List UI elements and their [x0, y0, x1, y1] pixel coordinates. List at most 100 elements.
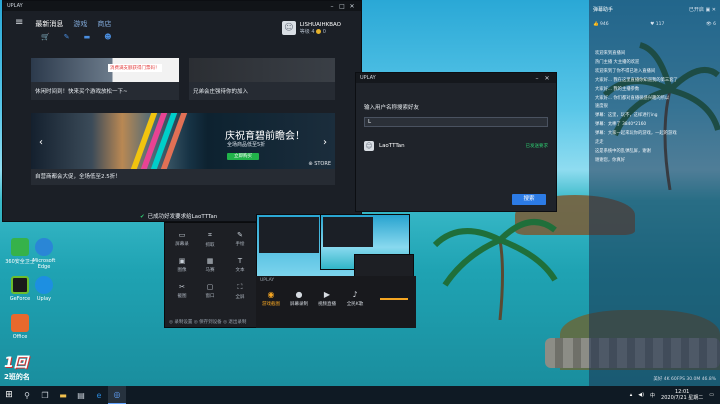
karaoke-button[interactable]: ♪ 全民K歌: [342, 290, 368, 307]
tool-grab[interactable]: ⌗ 抓取: [197, 231, 223, 248]
camera-icon: ◉: [267, 290, 275, 299]
chat-header-controls[interactable]: 已开启 ▣ ✕: [689, 6, 716, 13]
text-icon: T: [237, 257, 243, 265]
news-caption: 休闲时间到！快来买个游戏放松一下~: [35, 89, 128, 95]
buy-now-button[interactable]: 立即购买: [227, 153, 259, 160]
friends-icon[interactable]: ☻: [104, 33, 111, 41]
chat-line: 大家好... 我的主播参数: [595, 86, 640, 92]
chat-line: 弹幕：这里，玩不，这样进行ing: [595, 113, 658, 119]
tool-screen-record[interactable]: ▭ 屏幕录: [169, 231, 195, 247]
dialog-minimize-button[interactable]: –: [532, 75, 542, 82]
clock[interactable]: 12:01 2020/7/21 星期二: [661, 389, 703, 401]
promo-subtitle: 全场商品低至5折: [227, 142, 266, 148]
news-image: [189, 58, 335, 82]
add-friend-dialog: UPLAY – ✕ 输入用户名称搜索好友 ☺ LaoTTTan 已发送要求 搜索: [355, 72, 557, 212]
desktop-icon-edge[interactable]: Microsoft Edge: [26, 238, 62, 270]
chat-line: 大家好... 你们都对直播很感兴趣的所以: [595, 95, 670, 101]
news-caption: 自营商都会大促，全场低至2.5折！: [35, 174, 121, 180]
capture-footer: ◎ 录制设置 ◎ 保存到设备 ◎ 退出录制: [169, 320, 247, 325]
game-screenshot-button[interactable]: ◉ 游戏截图: [258, 290, 284, 307]
news-card-1[interactable]: 消费满支额获得门票码！ 休闲时间到！快来买个游戏放松一下~: [31, 58, 179, 100]
tab-shop[interactable]: 商店: [97, 19, 111, 29]
office-icon: [11, 314, 29, 332]
news-card-banner[interactable]: ‹ › 庆祝育碧前瞻会！ 全场商品低至5折 立即购买 ⊕ STORE 自营商都会…: [31, 113, 335, 185]
record-icon: ●: [295, 290, 303, 299]
chat-line: 弹幕：大家一起来玩你的游戏，一起的游戏: [595, 131, 677, 137]
dialog-close-button[interactable]: ✕: [542, 75, 552, 82]
chat-line: 谢谢您，你真好: [595, 157, 626, 163]
avatar[interactable]: ☺: [281, 21, 296, 35]
level-label: 等级 4: [299, 28, 315, 35]
main-tabs: 最新消息 游戏 商店: [35, 19, 111, 29]
uplay-icon[interactable]: ◎: [108, 386, 126, 404]
username-search-input[interactable]: [364, 117, 548, 127]
notification-icon[interactable]: ▭: [709, 392, 714, 398]
system-tray: ▴ ◀) 中 12:01 2020/7/21 星期二 ▭: [630, 389, 720, 401]
promo-title: 庆祝育碧前瞻会！: [225, 131, 305, 142]
request-status: 已发送要求: [525, 144, 549, 149]
chat-stats: 👍 946 ♥ 117 👁 6: [593, 22, 716, 27]
live-stream-button[interactable]: ▶ 视频直播: [314, 290, 340, 307]
desktop-icon-uplay[interactable]: Uplay: [26, 276, 62, 302]
chevron-left-icon[interactable]: ‹: [39, 137, 43, 148]
coin-icon: [316, 28, 322, 34]
sub-toolbar: 🛒 ✎ ▬ ☻: [41, 33, 112, 41]
check-icon: ✔: [140, 214, 145, 220]
chat-line: 这是系统中的乱弹乱屏，谢谢: [595, 148, 651, 154]
news-caption: 兄弟会庄强待你的加入: [193, 89, 249, 95]
screen-icon: ▭: [178, 231, 186, 239]
search-result-row[interactable]: ☺ LaoTTTan 已发送要求: [364, 139, 548, 153]
store-icon[interactable]: ▤: [72, 386, 90, 404]
tool-text[interactable]: T 文本: [227, 257, 253, 273]
edge-icon[interactable]: e: [90, 386, 108, 404]
scissor-icon: ✂: [179, 283, 185, 291]
menu-icon[interactable]: ≡: [15, 18, 23, 28]
tool-screenshot[interactable]: ✂ 截图: [169, 283, 195, 299]
chat-lines: 欢迎来到直播间 热门主播 大主播的欢迎 欢迎来到了你不得已进入直播间 大家好... 我…: [595, 50, 716, 166]
tab-news[interactable]: 最新消息: [35, 19, 63, 29]
windows-icon[interactable]: ⊞: [0, 390, 18, 400]
toast-notification: ✔ 已成功好发要求给LaoTTTan: [140, 214, 218, 220]
heart-count: ♥ 117: [650, 22, 665, 27]
username: LISHUAIHKBAO: [299, 21, 341, 28]
strip-title: UPLAY: [260, 278, 275, 283]
uplay-icon: [35, 276, 53, 294]
task-view-icon[interactable]: ❐: [36, 386, 54, 404]
mosaic-icon: ▦: [206, 257, 214, 265]
close-button[interactable]: ✕: [347, 3, 357, 10]
viewer-count: 👁 6: [705, 22, 716, 27]
tool-image[interactable]: ▣ 图像: [169, 257, 195, 273]
volume-icon[interactable]: ◀): [638, 392, 644, 398]
news-card-2[interactable]: 兄弟会庄强待你的加入: [189, 58, 335, 100]
tool-fullscreen[interactable]: ⛶ 全屏: [227, 283, 253, 300]
volume-slider[interactable]: [380, 298, 408, 300]
chat-line: 欢迎来到了你不得已进入直播间: [595, 68, 656, 74]
chat-line: 欢迎来到直播间: [595, 51, 626, 56]
maximize-button[interactable]: □: [337, 3, 347, 10]
uplay-main-window: UPLAY – □ ✕ ≡ 最新消息 游戏 商店 🛒 ✎ ▬ ☻ ☺ LISHU…: [2, 0, 362, 222]
wrench-icon[interactable]: ✎: [64, 33, 70, 41]
ime-indicator[interactable]: 中: [650, 392, 655, 399]
dialog-title: UPLAY: [360, 75, 376, 81]
desktop-icon-office[interactable]: Office: [2, 314, 38, 340]
screen-record-button[interactable]: ● 屏幕录制: [286, 290, 312, 307]
game-capture-strip: UPLAY ◉ 游戏截图 ● 屏幕录制 ▶ 视频直播 ♪ 全民K歌: [256, 276, 416, 328]
file-explorer-icon[interactable]: ▬: [54, 386, 72, 404]
tab-games[interactable]: 游戏: [73, 19, 87, 29]
profile[interactable]: ☺ LISHUAIHKBAO 等级 4 0: [281, 21, 341, 35]
like-count: 👍 946: [593, 22, 609, 27]
cart-icon[interactable]: 🛒: [41, 33, 50, 41]
tool-mosaic[interactable]: ▦ 马赛: [197, 257, 223, 273]
search-icon[interactable]: ⚲: [18, 386, 36, 404]
network-icon[interactable]: ▴: [630, 392, 633, 398]
search-button[interactable]: 搜索: [512, 194, 546, 205]
danmaku-chat-panel: 弹幕助手 已开启 ▣ ✕ 👍 946 ♥ 117 👁 6 欢迎来到直播间 热门主播…: [589, 0, 720, 386]
chat-line: 大家好... 我在这里直播你知道我的第三套了: [595, 77, 678, 83]
image-icon: ▣: [178, 257, 186, 265]
chat-line: 速度很: [595, 104, 608, 110]
tool-draw[interactable]: ✎ 手绘: [227, 231, 253, 247]
minimize-button[interactable]: –: [327, 3, 337, 10]
chat-icon[interactable]: ▬: [84, 33, 91, 41]
tool-window[interactable]: ▢ 窗口: [197, 283, 223, 299]
chevron-right-icon[interactable]: ›: [323, 137, 327, 148]
